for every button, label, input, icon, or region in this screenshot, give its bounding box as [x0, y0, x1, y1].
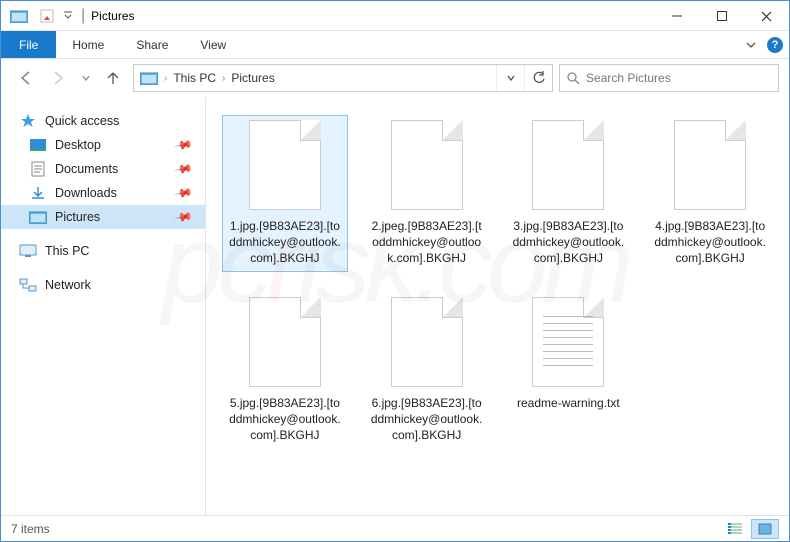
- sidebar-item-label: Downloads: [55, 186, 117, 200]
- minimize-button[interactable]: [654, 1, 699, 31]
- maximize-button[interactable]: [699, 1, 744, 31]
- up-button[interactable]: [105, 70, 121, 86]
- search-icon: [566, 71, 580, 85]
- sidebar-item-desktop[interactable]: Desktop 📌: [1, 133, 205, 157]
- title-separator: |: [81, 7, 85, 25]
- navigation-pane: Quick access Desktop 📌 Documents 📌: [1, 97, 206, 515]
- status-item-count: 7 items: [11, 522, 50, 536]
- sidebar-this-pc[interactable]: This PC: [1, 239, 205, 263]
- blank-file-icon: [249, 297, 321, 387]
- window-title: Pictures: [91, 9, 134, 23]
- breadcrumb-pictures[interactable]: Pictures: [231, 71, 274, 85]
- file-name-label: 1.jpg.[9B83AE23].[toddmhickey@outlook.co…: [227, 218, 343, 267]
- title-bar: | Pictures: [1, 1, 789, 31]
- qat-dropdown-icon[interactable]: [61, 11, 75, 21]
- navigation-bar: › This PC › Pictures Search Pictures: [1, 59, 789, 97]
- sidebar-item-downloads[interactable]: Downloads 📌: [1, 181, 205, 205]
- status-bar: 7 items: [1, 515, 789, 541]
- chevron-right-icon[interactable]: ›: [222, 73, 225, 84]
- documents-icon: [29, 160, 47, 178]
- forward-button[interactable]: [49, 69, 67, 87]
- refresh-button[interactable]: [524, 65, 552, 91]
- sidebar-network[interactable]: Network: [1, 273, 205, 297]
- breadcrumb-this-pc[interactable]: This PC: [173, 71, 216, 85]
- file-item[interactable]: 5.jpg.[9B83AE23].[toddmhickey@outlook.co…: [222, 292, 348, 449]
- properties-icon[interactable]: [36, 5, 58, 27]
- file-name-label: 5.jpg.[9B83AE23].[toddmhickey@outlook.co…: [227, 395, 343, 444]
- search-placeholder: Search Pictures: [586, 71, 671, 85]
- tab-file[interactable]: File: [1, 31, 56, 58]
- pin-icon: 📌: [173, 135, 193, 155]
- app-icon: [8, 5, 30, 27]
- sidebar-item-label: This PC: [45, 244, 89, 258]
- file-name-label: 6.jpg.[9B83AE23].[toddmhickey@outlook.co…: [369, 395, 485, 444]
- tab-view[interactable]: View: [184, 31, 242, 58]
- file-name-label: 3.jpg.[9B83AE23].[toddmhickey@outlook.co…: [511, 218, 627, 267]
- help-icon[interactable]: ?: [767, 37, 783, 53]
- sidebar-quick-access[interactable]: Quick access: [1, 109, 205, 133]
- file-item[interactable]: readme-warning.txt: [506, 292, 632, 449]
- file-item[interactable]: 1.jpg.[9B83AE23].[toddmhickey@outlook.co…: [222, 115, 348, 272]
- address-bar[interactable]: › This PC › Pictures: [133, 64, 553, 92]
- desktop-icon: [29, 136, 47, 154]
- sidebar-item-label: Pictures: [55, 210, 100, 224]
- view-large-icons-button[interactable]: [751, 519, 779, 539]
- blank-file-icon: [391, 120, 463, 210]
- this-pc-icon: [19, 242, 37, 260]
- address-dropdown-icon[interactable]: [496, 65, 524, 91]
- main-area: Quick access Desktop 📌 Documents 📌: [1, 97, 789, 515]
- text-file-icon: [532, 297, 604, 387]
- back-button[interactable]: [17, 69, 35, 87]
- tab-home[interactable]: Home: [56, 31, 120, 58]
- network-icon: [19, 276, 37, 294]
- sidebar-item-label: Network: [45, 278, 91, 292]
- file-name-label: readme-warning.txt: [517, 395, 620, 411]
- recent-dropdown-icon[interactable]: [81, 73, 91, 83]
- downloads-icon: [29, 184, 47, 202]
- ribbon-tabs: File Home Share View ?: [1, 31, 789, 59]
- pin-icon: 📌: [173, 159, 193, 179]
- blank-file-icon: [391, 297, 463, 387]
- file-item[interactable]: 4.jpg.[9B83AE23].[toddmhickey@outlook.co…: [647, 115, 773, 272]
- pin-icon: 📌: [173, 207, 193, 227]
- ribbon-expand-icon[interactable]: [745, 39, 757, 51]
- file-name-label: 2.jpeg.[9B83AE23].[toddmhickey@outlook.c…: [369, 218, 485, 267]
- blank-file-icon: [249, 120, 321, 210]
- file-item[interactable]: 3.jpg.[9B83AE23].[toddmhickey@outlook.co…: [506, 115, 632, 272]
- close-button[interactable]: [744, 1, 789, 31]
- sidebar-item-label: Desktop: [55, 138, 101, 152]
- pictures-icon: [29, 208, 47, 226]
- blank-file-icon: [674, 120, 746, 210]
- file-item[interactable]: 2.jpeg.[9B83AE23].[toddmhickey@outlook.c…: [364, 115, 490, 272]
- chevron-right-icon[interactable]: ›: [164, 73, 167, 84]
- sidebar-item-label: Documents: [55, 162, 118, 176]
- file-name-label: 4.jpg.[9B83AE23].[toddmhickey@outlook.co…: [652, 218, 768, 267]
- sidebar-item-label: Quick access: [45, 114, 119, 128]
- tab-share[interactable]: Share: [120, 31, 184, 58]
- pin-icon: 📌: [173, 183, 193, 203]
- sidebar-item-documents[interactable]: Documents 📌: [1, 157, 205, 181]
- blank-file-icon: [532, 120, 604, 210]
- file-content-pane[interactable]: 1.jpg.[9B83AE23].[toddmhickey@outlook.co…: [206, 97, 789, 515]
- view-details-button[interactable]: [721, 519, 749, 539]
- address-pictures-icon: [140, 71, 158, 85]
- sidebar-item-pictures[interactable]: Pictures 📌: [1, 205, 205, 229]
- quick-access-icon: [19, 112, 37, 130]
- search-input[interactable]: Search Pictures: [559, 64, 779, 92]
- file-item[interactable]: 6.jpg.[9B83AE23].[toddmhickey@outlook.co…: [364, 292, 490, 449]
